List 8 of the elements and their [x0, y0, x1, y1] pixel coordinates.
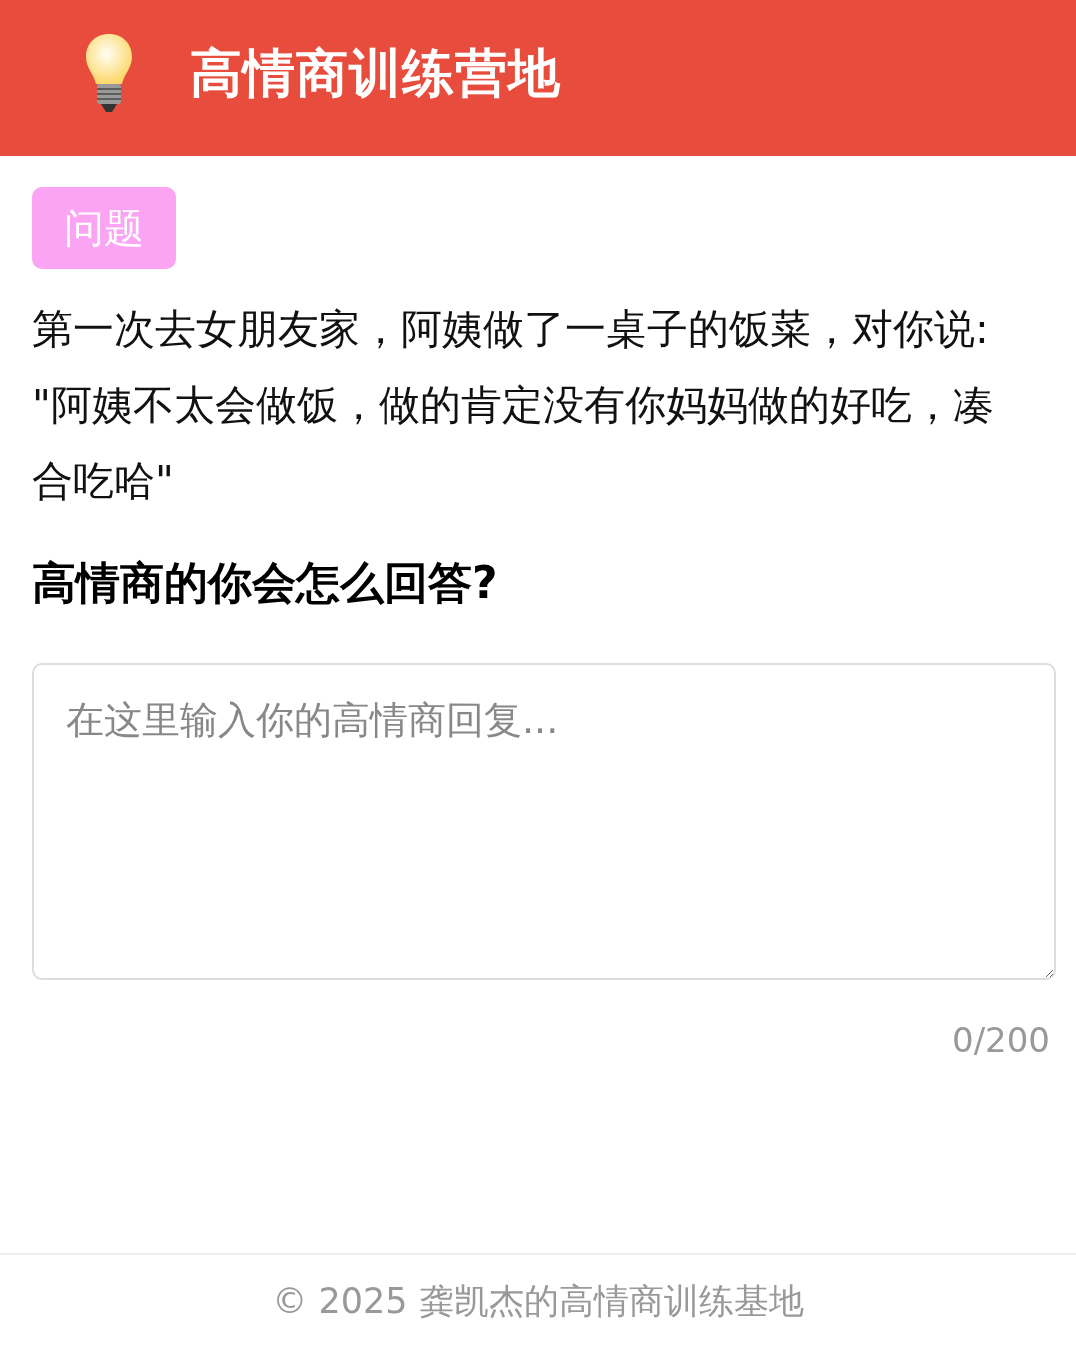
answer-field[interactable]: 在这里输入你的高情商回复...	[32, 663, 1056, 980]
app-title: 高情商训练营地	[190, 42, 561, 105]
question-text: "阿姨不太会做饭，做的肯定没有你妈妈做的好吃，凑合吃哈"	[32, 380, 995, 507]
footer-text: © 2025 龚凯杰的高情商训练基地	[272, 1279, 804, 1323]
question-text: 第一次去女朋友家，阿姨做了一桌子的饭菜，对你说:	[32, 304, 990, 355]
question-tag: 问题	[32, 187, 176, 269]
character-counter: 0/200	[952, 1020, 1050, 1060]
prompt-heading: 高情商的你会怎么回答?	[32, 556, 499, 610]
